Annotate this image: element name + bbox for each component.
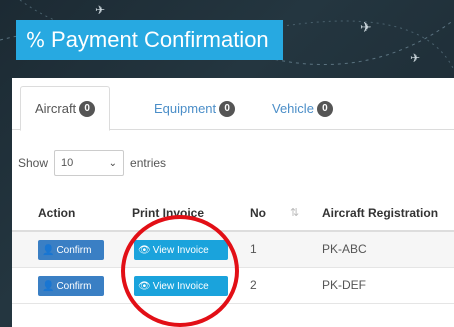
row-number: 2 [250,278,257,292]
entries-prefix: Show [18,156,49,170]
entries-control: Show 10 ⌄ entries [18,150,166,176]
confirm-button[interactable]: 👤 Confirm [38,276,104,296]
confirm-button[interactable]: 👤 Confirm [38,240,104,260]
tab-aircraft-label: Aircraft [35,101,77,116]
svg-text:✈: ✈ [410,51,420,65]
table-header: Action Print Invoice No ⇅ Aircraft Regis… [12,196,454,232]
user-icon: 👤 [42,280,55,292]
tab-vehicle-count: 0 [316,100,333,117]
header-action[interactable]: Action [38,206,75,220]
row-registration: PK-ABC [322,242,367,256]
confirm-button-label: Confirm [56,280,92,292]
row-registration: PK-DEF [322,278,367,292]
confirm-button-label: Confirm [56,244,92,256]
svg-text:✈: ✈ [360,20,372,36]
highlight-circle-annotation [121,215,239,327]
page-title-text: Payment Confirmation [51,27,269,52]
header-no[interactable]: No [250,206,266,220]
tab-bar: Aircraft 0 Equipment 0 Vehicle 0 [12,78,454,131]
page-title: % Payment Confirmation [16,20,283,60]
tab-equipment-count: 0 [219,100,236,117]
sort-icon[interactable]: ⇅ [290,206,299,219]
tab-vehicle-label: Vehicle [272,101,314,116]
tab-equipment-label: Equipment [154,101,217,116]
header-aircraft-registration[interactable]: Aircraft Registration [322,206,438,220]
entries-value: 10 [61,157,74,169]
entries-select[interactable]: 10 ⌄ [54,150,125,176]
chevron-down-icon: ⌄ [108,157,118,169]
tab-aircraft-count: 0 [79,100,96,117]
tab-vehicle[interactable]: Vehicle 0 [258,86,347,131]
user-icon: 👤 [42,244,55,256]
percent-icon: % [26,28,46,52]
tab-aircraft[interactable]: Aircraft 0 [20,86,111,131]
row-number: 1 [250,242,257,256]
svg-text:✈: ✈ [95,3,105,17]
tab-equipment[interactable]: Equipment 0 [140,86,249,131]
entries-suffix: entries [130,156,167,170]
